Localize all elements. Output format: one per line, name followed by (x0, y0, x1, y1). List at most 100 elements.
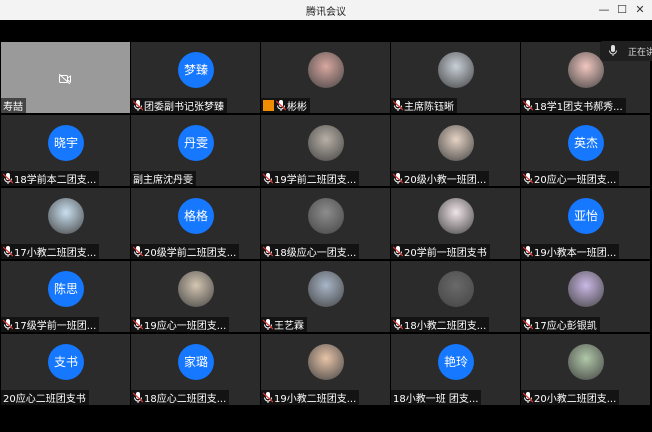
participant-name: 18小教一班 团支... (393, 394, 479, 405)
avatar-initials: 亚怡 (568, 198, 604, 234)
participant-tile[interactable]: 支书 20应心二班团支书 (1, 334, 130, 405)
participant-tile[interactable]: 20小教二班团支... (521, 334, 650, 405)
close-button[interactable]: ✕ (632, 2, 648, 18)
maximize-button[interactable]: ☐ (614, 2, 630, 18)
participant-tile[interactable]: 主席陈钰晰 (391, 42, 520, 113)
participant-tile[interactable]: 20学前一班团支书 (391, 188, 520, 259)
participant-name: 王艺霖 (274, 321, 304, 332)
avatar-photo (438, 198, 474, 234)
mic-icon (133, 100, 143, 111)
avatar-photo (438, 52, 474, 88)
participant-tile[interactable]: 亚怡 19小教本一班团... (521, 188, 650, 259)
name-bar: 王艺霖 (261, 317, 307, 332)
participant-tile[interactable]: 王艺霖 (261, 261, 390, 332)
participant-tile[interactable]: 19学前二班团支... (261, 115, 390, 186)
mic-icon (133, 319, 143, 330)
participant-name: 团委副书记张梦臻 (144, 102, 224, 113)
name-bar: 18级应心一团支... (261, 244, 360, 259)
mic-icon (133, 392, 143, 403)
avatar-initials: 陈思 (48, 271, 84, 307)
participant-tile[interactable]: 艳玲 18小教一班 团支... (391, 334, 520, 405)
name-bar: 17级学前一班团... (1, 317, 100, 332)
mic-icon (393, 246, 403, 257)
participant-name: 18学1团支书郝秀... (534, 102, 623, 113)
mic-icon (393, 173, 403, 184)
avatar-photo (308, 52, 344, 88)
minimize-button[interactable]: — (596, 2, 612, 18)
speaking-label: 正在讲 (628, 48, 652, 58)
name-bar: 20应心一班团支... (521, 171, 620, 186)
speaking-indicator: 正在讲 (600, 41, 652, 61)
participant-tile[interactable]: 彬彬 (261, 42, 390, 113)
mic-icon (3, 173, 13, 184)
participant-tile[interactable]: 20级小教一班团... (391, 115, 520, 186)
participant-tile[interactable]: 格格 20级学前二班团支... (131, 188, 260, 259)
mic-icon (523, 173, 533, 184)
window-title: 腾讯会议 (306, 7, 346, 18)
mic-icon (3, 319, 13, 330)
participant-tile[interactable]: 丹雯副主席沈丹雯 (131, 115, 260, 186)
name-bar: 18小教一班 团支... (391, 390, 482, 405)
participant-tile[interactable]: 17应心彭银凯 (521, 261, 650, 332)
screen-share-icon (263, 100, 274, 111)
participant-name: 20应心二班团支书 (3, 394, 86, 405)
participant-tile[interactable]: 19应心一班团支... (131, 261, 260, 332)
participant-tile[interactable]: 18小教二班团支... (391, 261, 520, 332)
name-bar: 19小教本一班团... (521, 244, 620, 259)
participant-name: 20学前一班团支书 (404, 248, 487, 259)
name-bar: 主席陈钰晰 (391, 98, 457, 113)
name-bar: 20小教二班团支... (521, 390, 620, 405)
name-bar: 彬彬 (261, 98, 310, 113)
participant-tile[interactable]: 17小教二班团支... (1, 188, 130, 259)
participant-tile[interactable]: 18级应心一团支... (261, 188, 390, 259)
participant-name: 17应心彭银凯 (534, 321, 597, 332)
avatar-initials: 梦臻 (178, 52, 214, 88)
avatar-photo (48, 198, 84, 234)
participant-tile[interactable]: 英杰 20应心一班团支... (521, 115, 650, 186)
name-bar: 20学前一班团支书 (391, 244, 490, 259)
participant-name: 寿喆 (3, 102, 23, 113)
name-bar: 17小教二班团支... (1, 244, 100, 259)
name-bar: 18应心二班团支... (131, 390, 230, 405)
participant-name: 20级学前二班团支... (144, 248, 237, 259)
participant-tile[interactable]: 晓宇 18学前本二团支... (1, 115, 130, 186)
mic-icon (523, 319, 533, 330)
mic-icon (523, 392, 533, 403)
participant-name: 20小教二班团支... (534, 394, 617, 405)
participant-tile[interactable]: 寿喆 (1, 42, 130, 113)
participant-name: 19小教本一班团... (534, 248, 617, 259)
mic-icon (276, 100, 286, 111)
participant-name: 19应心一班团支... (144, 321, 227, 332)
mic-icon (393, 100, 403, 111)
mic-icon (523, 100, 533, 111)
participant-name: 18级应心一团支... (274, 248, 357, 259)
mic-icon (133, 246, 143, 257)
avatar-photo (308, 198, 344, 234)
participant-name: 17小教二班团支... (14, 248, 97, 259)
avatar-initials: 丹雯 (178, 125, 214, 161)
participant-tile[interactable]: 梦臻团委副书记张梦臻 (131, 42, 260, 113)
name-bar: 副主席沈丹雯 (131, 171, 196, 186)
name-bar: 18小教二班团支... (391, 317, 490, 332)
avatar-initials: 家璐 (178, 344, 214, 380)
avatar-initials: 晓宇 (48, 125, 84, 161)
mic-icon (263, 392, 273, 403)
avatar-photo (568, 271, 604, 307)
mic-icon (523, 246, 533, 257)
mic-icon (393, 319, 403, 330)
title-bar: 腾讯会议 — ☐ ✕ (0, 0, 652, 21)
avatar-initials: 支书 (48, 344, 84, 380)
participant-name: 17级学前一班团... (14, 321, 97, 332)
mic-icon (608, 45, 618, 56)
participant-tile[interactable]: 家璐 18应心二班团支... (131, 334, 260, 405)
participant-name: 副主席沈丹雯 (133, 175, 193, 186)
avatar-photo (178, 271, 214, 307)
avatar-initials: 英杰 (568, 125, 604, 161)
name-bar: 20级小教一班团... (391, 171, 490, 186)
participant-name: 20应心一班团支... (534, 175, 617, 186)
participant-tile[interactable]: 19小教二班团支... (261, 334, 390, 405)
name-bar: 18学1团支书郝秀... (521, 98, 626, 113)
participant-tile[interactable]: 陈思 17级学前一班团... (1, 261, 130, 332)
avatar-photo (308, 344, 344, 380)
participant-name: 19小教二班团支... (274, 394, 357, 405)
